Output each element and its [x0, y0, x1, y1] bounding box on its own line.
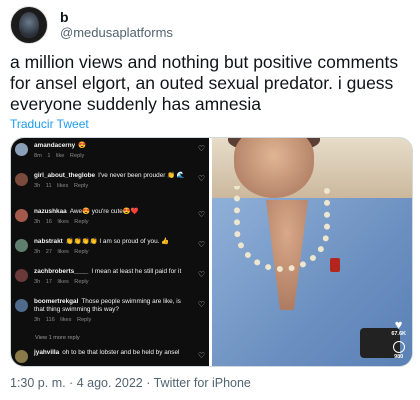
comment-meta: 3h 17 likes Reply	[34, 279, 89, 285]
video-still: ♥ 67.6K 980	[212, 138, 412, 366]
comment-username: nazushkaa	[34, 208, 67, 215]
heart-icon: ♡	[197, 174, 205, 183]
shell-necklace	[234, 186, 330, 272]
comment-avatar	[15, 173, 28, 186]
comment-username: jyahvilla	[34, 349, 60, 356]
comment-item: nazushkaa Awe😍 you're cute😍❤️ 3h 16 likes …	[15, 208, 205, 226]
heart-icon: ♡	[197, 300, 205, 309]
comments-screenshot: amandacerny 😍 8m 1 like Reply ♡ girl_about…	[11, 138, 209, 366]
comment-text: I've never been prouder 👏 🌊	[98, 172, 185, 179]
comment-avatar	[15, 269, 28, 282]
comment-meta: 3h 11 likes Reply	[34, 183, 89, 189]
comment-username: girl_about_theglobe	[34, 172, 96, 179]
comment-avatar	[15, 299, 28, 312]
comment-meta: 3h 16 likes Reply	[34, 219, 89, 225]
comment-text: oh to be that lobster and be held by ans…	[62, 349, 180, 356]
comment-avatar	[15, 239, 28, 252]
comments-count: 980	[394, 354, 404, 360]
comment-text: Awe😍 you're cute😍❤️	[69, 208, 139, 215]
comment-username: zachbroberts____	[34, 268, 89, 275]
heart-icon: ♡	[197, 351, 205, 360]
comment-avatar	[15, 350, 28, 363]
comment-text: 👏👏👏👏 I am so proud of you. 👍	[65, 238, 170, 245]
heart-icon: ♥	[394, 317, 403, 332]
tweet-media[interactable]: amandacerny 😍 8m 1 like Reply ♡ girl_about…	[10, 137, 413, 367]
comment-item: nabstrakt 👏👏👏👏 I am so proud of you. 👍 3h …	[15, 238, 205, 256]
comment-meta: 3h 116 likes Reply	[34, 317, 92, 323]
tweet-timestamp[interactable]: 1:30 p. m. · 4 ago. 2022 · Twitter for i…	[10, 376, 251, 390]
comment-text: 😍	[78, 142, 87, 149]
comment-avatar	[15, 209, 28, 222]
comment-item: girl_about_theglobe I've never been proud…	[15, 172, 205, 190]
avatar[interactable]	[10, 6, 48, 44]
user-names: b @medusaplatforms	[60, 9, 173, 41]
comment-text: I mean at least he still paid for it	[91, 268, 182, 275]
comment-icon	[392, 341, 405, 353]
translate-tweet-link[interactable]: Traducir Tweet	[10, 117, 89, 131]
user-handle[interactable]: @medusaplatforms	[60, 25, 173, 41]
likes-count: 67.6K	[391, 331, 406, 337]
comment-username: nabstrakt	[34, 238, 63, 245]
reel-overlay: ♥ 67.6K 980	[391, 318, 406, 360]
comment-item: boomertrekgal Those people swimming are l…	[15, 298, 205, 324]
comment-avatar	[15, 143, 28, 156]
comment-username: boomertrekgal	[34, 298, 79, 305]
comment-item: jyahvilla oh to be that lobster and be he…	[15, 349, 205, 363]
heart-icon: ♡	[197, 210, 205, 219]
display-name[interactable]: b	[60, 9, 173, 25]
heart-icon: ♡	[197, 144, 205, 153]
view-replies-link: View 1 more reply	[35, 335, 80, 341]
heart-icon: ♡	[197, 270, 205, 279]
comment-meta: 8m 1 like Reply	[34, 153, 85, 159]
heart-icon: ♡	[197, 240, 205, 249]
shirt-logo	[330, 258, 340, 272]
comment-meta: 3h 27 likes Reply	[34, 249, 89, 255]
tweet-text: a million views and nothing but positive…	[10, 52, 399, 114]
tweet-header: b @medusaplatforms	[10, 6, 173, 44]
comment-username: amandacerny	[34, 142, 76, 149]
comment-item: zachbroberts____ I mean at least he still…	[15, 268, 205, 286]
comment-item: amandacerny 😍 8m 1 like Reply ♡	[15, 142, 205, 160]
